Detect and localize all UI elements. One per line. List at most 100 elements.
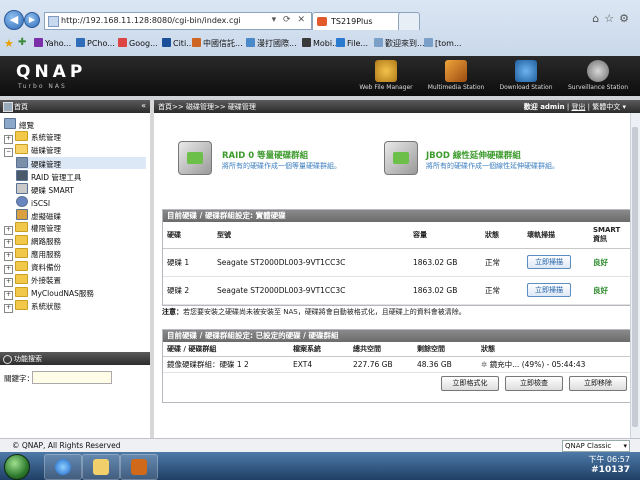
check-now-button[interactable]: 立即檢查 [505, 376, 563, 391]
hdd-icon [16, 157, 28, 168]
search-panel-header: 功能搜索 [0, 352, 150, 365]
main-content: RAID 0 等量硬碟群組 將所有的硬碟作成一個等量硬碟群組。 JBOD 線性延… [154, 113, 640, 438]
user-bar: 歡迎 admin | 登出 | 繁體中文 ▾ [523, 103, 626, 111]
sidebar-item-iscsi[interactable]: iSCSI [16, 196, 50, 208]
copyright-text: © QNAP, All Rights Reserved [12, 441, 121, 450]
app-label: Download Station [499, 84, 553, 91]
col-capacity: 容量 [409, 222, 481, 249]
favorite-link[interactable]: Yaho... [34, 38, 71, 48]
scan-now-button[interactable]: 立即掃描 [527, 283, 571, 297]
capacity-cell: 1863.02 GB [409, 248, 481, 277]
address-bar[interactable]: http://192.168.11.128:8080/cgi-bin/index… [44, 12, 312, 30]
chevron-down-icon[interactable]: ▾ [622, 103, 626, 111]
collapse-sidebar-icon[interactable]: « [141, 101, 146, 110]
remove-now-button[interactable]: 立即移除 [569, 376, 627, 391]
surveillance-station-button[interactable]: Surveillance Station [562, 58, 634, 96]
favorite-link[interactable]: Citi... [162, 38, 194, 48]
warning-note: 注意：若您要安裝之硬碟尚未被安裝至 NAS，硬碟將會自動被格式化，且硬碟上的資料… [162, 307, 466, 317]
theme-select[interactable]: QNAP Classic ▾ [562, 440, 630, 452]
web-file-manager-button[interactable]: Web File Manager [354, 58, 418, 96]
mobile01-icon [302, 38, 311, 47]
col-model: 型號 [213, 222, 409, 249]
favorite-link[interactable]: Mobi... [302, 38, 340, 48]
iscsi-icon [16, 196, 28, 207]
main-scrollbar[interactable] [630, 113, 640, 438]
download-station-button[interactable]: Download Station [494, 58, 558, 96]
folder-icon [15, 248, 28, 258]
note-text: 若您要安裝之硬碟尚未被安裝至 NAS，硬碟將會自動被格式化，且硬碟上的資料會被清… [183, 308, 466, 316]
favorite-link[interactable]: PCho... [76, 38, 115, 48]
taskbar-media-player[interactable] [120, 454, 158, 480]
sidebar-item-applications[interactable]: + 應用服務 [4, 248, 61, 261]
sidebar-item-network[interactable]: + 網路服務 [4, 235, 61, 248]
favorite-link[interactable]: 歡迎來到... [374, 38, 425, 49]
main-header: 首頁>> 磁碟管理>> 硬碟管理 歡迎 admin | 登出 | 繁體中文 ▾ [154, 100, 640, 113]
favorite-link[interactable]: 中國信託... [192, 38, 243, 49]
sidebar-item-permissions[interactable]: + 權限管理 [4, 222, 61, 235]
expand-icon: + [4, 304, 13, 313]
chevron-down-icon[interactable]: ▾ [623, 441, 627, 451]
download-station-icon [515, 60, 537, 82]
taskbar-explorer[interactable] [82, 454, 120, 480]
model-cell: Seagate ST2000DL003-9VT1CC3C [213, 276, 409, 305]
multimedia-station-button[interactable]: Multimedia Station [424, 58, 488, 96]
jbod-icon[interactable] [384, 141, 418, 175]
raid0-icon[interactable] [178, 141, 212, 175]
system-clock[interactable]: 下午 06:57 #10137 [588, 455, 630, 475]
col-filesystem: 檔案系統 [289, 342, 349, 357]
sidebar-item-raid-tool[interactable]: RAID 管理工具 [16, 170, 81, 182]
breadcrumb: 首頁>> 磁碟管理>> 硬碟管理 [158, 103, 256, 111]
sidebar-item-overview[interactable]: 總覽 [4, 118, 34, 130]
jbod-desc: 將所有的硬碟作成一個線性延伸硬碟群組。 [426, 162, 559, 170]
page-icon [48, 16, 59, 27]
favorites-star-icon[interactable]: ★ [4, 37, 16, 50]
language-select[interactable]: 繁體中文 [592, 103, 620, 111]
total-cell: 227.76 GB [349, 356, 413, 373]
add-favorite-icon[interactable]: ✚ [18, 37, 30, 49]
favorite-link[interactable]: File... [336, 38, 368, 48]
sidebar-item-external-devices[interactable]: + 外接裝置 [4, 274, 61, 287]
sidebar-item-hdd-smart[interactable]: 硬碟 SMART [16, 183, 74, 195]
status-bar: © QNAP, All Rights Reserved QNAP Classic… [0, 438, 640, 453]
sidebar-item-system[interactable]: + 系統管理 [4, 131, 61, 144]
favorite-link[interactable]: [tom... [424, 38, 462, 48]
favorite-link[interactable]: Goog... [118, 38, 158, 48]
jbod-title[interactable]: JBOD 線性延伸硬碟群組 [426, 149, 521, 161]
raid0-title[interactable]: RAID 0 等量硬碟群組 [222, 149, 308, 161]
forward-arrow-icon[interactable]: ▶ [24, 12, 40, 28]
scrollbar-thumb[interactable] [632, 127, 638, 427]
folder-icon [15, 131, 28, 141]
logout-link[interactable]: 登出 [571, 103, 585, 111]
file-icon [336, 38, 345, 47]
configured-groups-table: 硬碟 / 硬碟群組 檔案系統 總共空間 剩餘空間 狀態 鏡像硬碟群組：硬碟 1 … [163, 342, 633, 373]
disk-cell: 硬碟 2 [163, 276, 213, 305]
expand-icon: + [4, 226, 13, 235]
browser-toolbar-icons[interactable]: ⌂☆⚙ [592, 12, 634, 25]
sidebar-item-virtual-disk[interactable]: 虛擬磁碟 [16, 209, 61, 221]
raid0-desc: 將所有的硬碟作成一個等量硬碟群組。 [222, 162, 341, 170]
format-now-button[interactable]: 立即格式化 [441, 376, 499, 391]
status-cell: 正常 [481, 248, 523, 277]
table-row[interactable]: 鏡像硬碟群組：硬碟 1 2 EXT4 227.76 GB 48.36 GB ✲ … [163, 356, 633, 373]
favorite-link[interactable]: 漫打國際... [246, 38, 297, 49]
col-status: 狀態 [481, 222, 523, 249]
virtual-disk-icon [16, 209, 28, 220]
address-actions-icon[interactable]: ▾ ⟳ ✕ [272, 15, 307, 25]
back-arrow-icon[interactable]: ◀ [4, 10, 24, 30]
sidebar-item-system-status[interactable]: + 系統狀態 [4, 300, 61, 313]
taskbar-ie[interactable] [44, 454, 82, 480]
start-button[interactable] [4, 454, 30, 480]
col-bad-block-scan: 壞軌掃描 [523, 222, 589, 249]
keyword-input[interactable] [32, 371, 112, 384]
smart-cell[interactable]: 良好 [589, 248, 633, 277]
col-free: 剩餘空間 [413, 342, 477, 357]
collapse-icon: − [4, 148, 13, 157]
expand-icon: + [4, 252, 13, 261]
smart-cell[interactable]: 良好 [589, 276, 633, 305]
new-tab-button[interactable] [398, 12, 420, 30]
scan-now-button[interactable]: 立即掃描 [527, 255, 571, 269]
sidebar-item-mycloudnas[interactable]: + MyCloudNAS服務 [4, 287, 94, 300]
sidebar-item-disk-management[interactable]: − 磁碟管理 [4, 144, 61, 157]
sidebar-item-backup[interactable]: + 資料備份 [4, 261, 61, 274]
sidebar-item-hdd-management[interactable]: 硬碟管理 [16, 157, 146, 169]
